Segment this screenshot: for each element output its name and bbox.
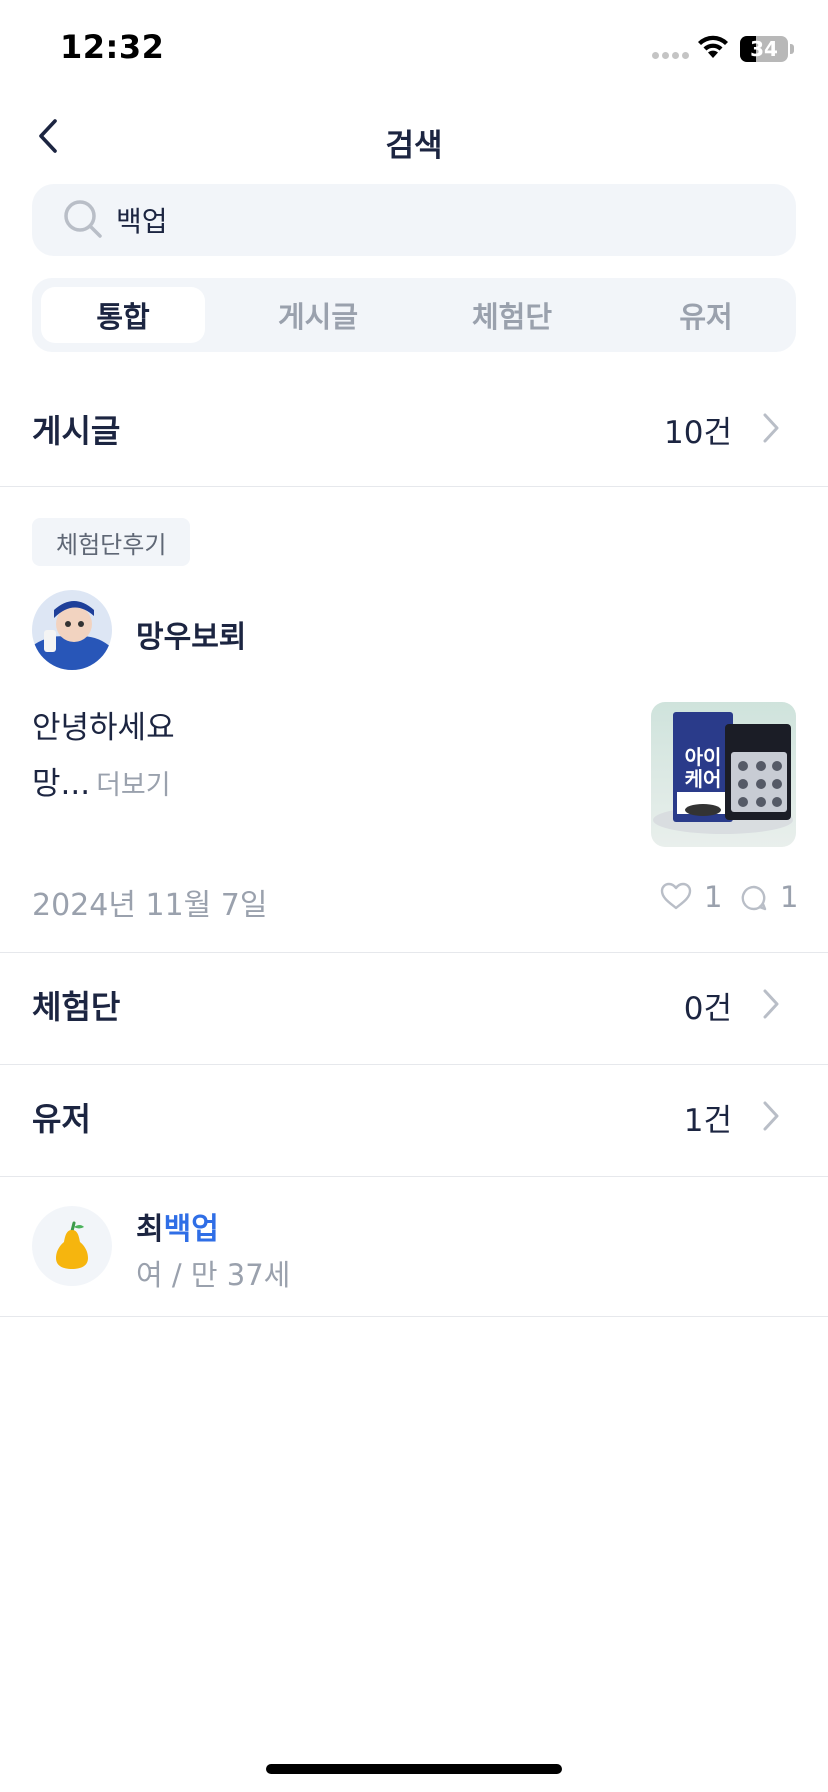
tab-experience[interactable]: 체험단 (430, 287, 594, 343)
tab-posts[interactable]: 게시글 (236, 287, 400, 343)
section-count: 1건 (683, 1103, 732, 1139)
status-bar: 12:32 34 (0, 0, 828, 100)
post-text-line: 안녕하세요 (32, 710, 175, 746)
search-bar[interactable] (32, 184, 796, 256)
user-meta: 여 / 만 37세 (136, 1258, 291, 1292)
battery-icon: 34 (740, 36, 788, 62)
search-icon (64, 200, 102, 238)
tab-all[interactable]: 통합 (41, 287, 205, 343)
comment-icon[interactable] (740, 884, 768, 912)
more-link[interactable]: 더보기 (96, 770, 171, 801)
heart-icon[interactable] (660, 882, 692, 910)
status-time: 12:32 (60, 28, 165, 66)
section-count: 10건 (664, 415, 732, 451)
search-tabs: 통합 게시글 체험단 유저 (32, 278, 796, 352)
experience-section-header[interactable]: 체험단 0건 (0, 952, 828, 1062)
post-date: 2024년 11월 7일 (32, 888, 268, 923)
svg-text:아이: 아이 (685, 745, 722, 769)
tab-users[interactable]: 유저 (624, 287, 788, 343)
user-avatar[interactable] (32, 1206, 112, 1286)
divider (0, 1176, 828, 1177)
posts-section-header[interactable]: 게시글 10건 (0, 376, 828, 486)
battery-level: 34 (750, 37, 778, 61)
chevron-right-icon (763, 413, 779, 443)
pear-icon (56, 1221, 88, 1269)
divider (0, 486, 828, 487)
home-indicator[interactable] (266, 1764, 562, 1774)
like-count: 1 (704, 880, 723, 914)
section-title: 게시글 (32, 412, 121, 450)
user-name[interactable]: 최백업 (136, 1204, 219, 1248)
post-body[interactable]: 안녕하세요 망... 더보기 (32, 700, 175, 814)
page-title: 검색 (385, 128, 443, 164)
post-thumbnail[interactable]: 아이 케어 (651, 702, 796, 847)
svg-text:케어: 케어 (685, 767, 722, 791)
user-name-prefix: 최 (136, 1212, 164, 1247)
user-name-highlight: 백업 (163, 1212, 219, 1247)
post-category-badge: 체험단후기 (32, 518, 191, 566)
search-input[interactable] (116, 198, 756, 242)
author-avatar[interactable] (32, 590, 112, 670)
users-section-header[interactable]: 유저 1건 (0, 1064, 828, 1174)
author-name[interactable]: 망우보뢰 (136, 612, 246, 656)
divider (0, 1316, 828, 1317)
cellular-signal-icon (652, 52, 689, 59)
section-title: 유저 (32, 1100, 91, 1138)
comment-count: 1 (780, 880, 799, 914)
post-text-line: 망... (32, 766, 91, 802)
section-title: 체험단 (32, 988, 121, 1026)
chevron-right-icon (763, 989, 779, 1019)
chevron-right-icon (763, 1101, 779, 1131)
wifi-icon (698, 35, 728, 58)
section-count: 0건 (683, 991, 732, 1027)
